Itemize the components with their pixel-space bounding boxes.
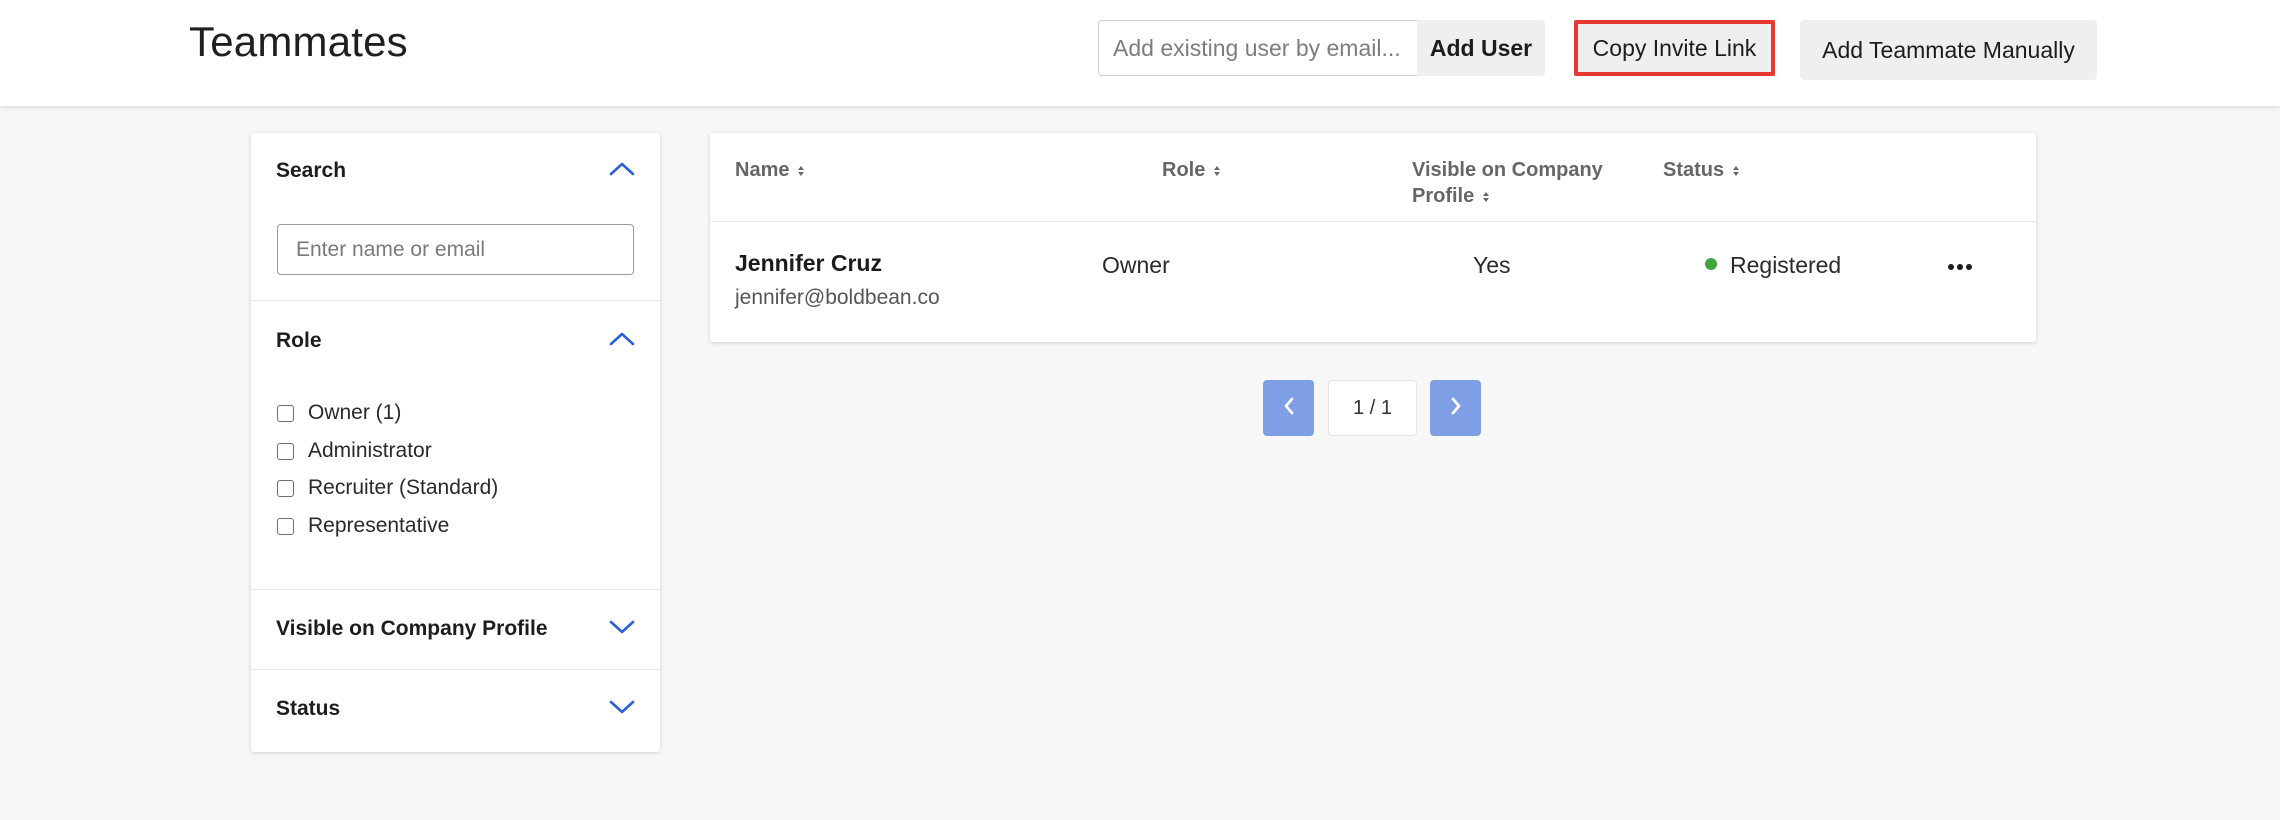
more-horizontal-icon[interactable]: [1947, 259, 1973, 270]
add-user-email-input[interactable]: [1098, 20, 1418, 76]
teammate-email: jennifer@boldbean.co: [735, 286, 940, 309]
sort-icon[interactable]: [1732, 158, 1740, 184]
role-option-label: Administrator: [308, 439, 432, 462]
status-dot-icon: [1705, 258, 1717, 270]
role-option-label: Representative: [308, 514, 450, 537]
column-header-label: Visible on Company: [1412, 159, 1603, 181]
role-option-representative[interactable]: Representative: [277, 512, 449, 540]
checkbox[interactable]: [277, 442, 294, 460]
filter-heading-search: Search: [276, 159, 347, 182]
filter-section-visible[interactable]: Visible on Company Profile: [251, 590, 660, 670]
column-header-role[interactable]: Role: [1162, 157, 1221, 184]
page-title: Teammates: [189, 18, 408, 65]
filter-section-status[interactable]: Status: [251, 670, 660, 752]
top-bar: Teammates Add User Copy Invite Link Add …: [0, 0, 2280, 106]
divider: [710, 221, 2036, 222]
chevron-up-icon[interactable]: [607, 329, 637, 349]
sort-icon[interactable]: [1482, 184, 1490, 210]
role-option-label: Owner (1): [308, 401, 402, 424]
teammate-role: Owner: [1102, 252, 1170, 278]
sort-icon[interactable]: [797, 158, 805, 184]
add-teammate-manually-button[interactable]: Add Teammate Manually: [1800, 20, 2097, 80]
checkbox[interactable]: [277, 479, 294, 497]
column-header-status[interactable]: Status: [1663, 157, 1740, 184]
teammate-name: Jennifer Cruz: [735, 250, 882, 276]
chevron-down-icon[interactable]: [607, 617, 637, 637]
role-option-label: Recruiter (Standard): [308, 476, 499, 499]
column-header-label: Role: [1162, 159, 1206, 181]
previous-page-button[interactable]: [1263, 380, 1314, 436]
chevron-up-icon[interactable]: [607, 159, 637, 179]
filter-heading-role: Role: [276, 329, 322, 352]
filter-section-role: Role Owner (1) Administrator Recruiter (…: [251, 301, 660, 590]
chevron-right-icon: [1449, 396, 1463, 421]
role-option-owner[interactable]: Owner (1): [277, 399, 401, 427]
column-header-visible[interactable]: Visible on Company Profile: [1412, 157, 1642, 210]
search-input[interactable]: [277, 224, 634, 275]
next-page-button[interactable]: [1430, 380, 1481, 436]
teammates-table: Name Role Visible on Company Profile Sta…: [710, 133, 2036, 342]
chevron-down-icon[interactable]: [607, 697, 637, 717]
filter-heading-visible: Visible on Company Profile: [276, 617, 548, 640]
teammate-visible: Yes: [1473, 252, 1511, 278]
sort-icon[interactable]: [1213, 158, 1221, 184]
teammate-status: Registered: [1730, 252, 1842, 278]
role-option-administrator[interactable]: Administrator: [277, 437, 432, 465]
column-header-label: Profile: [1412, 185, 1475, 207]
filter-panel: Search Role Owner (1) Administrator Recr…: [251, 133, 660, 752]
checkbox[interactable]: [277, 517, 294, 535]
column-header-name[interactable]: Name: [735, 157, 805, 184]
filter-heading-status: Status: [276, 697, 341, 720]
copy-invite-link-button[interactable]: Copy Invite Link: [1574, 20, 1775, 76]
filter-section-search: Search: [251, 133, 660, 301]
chevron-left-icon: [1282, 396, 1296, 421]
column-header-label: Name: [735, 159, 790, 181]
role-option-recruiter[interactable]: Recruiter (Standard): [277, 474, 498, 502]
add-user-button[interactable]: Add User: [1417, 20, 1545, 76]
column-header-label: Status: [1663, 159, 1725, 181]
page-indicator: 1 / 1: [1328, 380, 1417, 436]
checkbox[interactable]: [277, 404, 294, 422]
